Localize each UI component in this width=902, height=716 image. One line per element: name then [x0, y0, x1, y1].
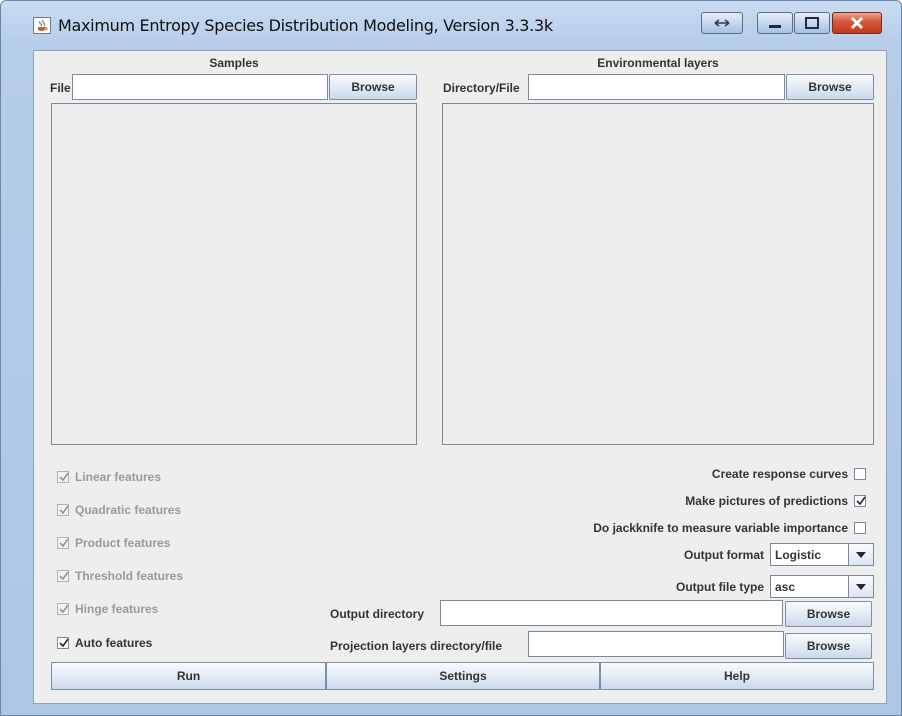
title-bar[interactable]: Maximum Entropy Species Distribution Mod…	[1, 1, 901, 41]
output-directory-input[interactable]	[440, 600, 783, 626]
make-pictures-checkbox[interactable]	[854, 495, 866, 507]
projection-layers-browse-button[interactable]: Browse	[785, 633, 872, 659]
chevron-down-icon[interactable]	[848, 576, 873, 597]
output-format-value: Logistic	[775, 548, 822, 562]
make-pictures-label: Make pictures of predictions	[685, 494, 848, 508]
projection-layers-input[interactable]	[528, 631, 784, 657]
quadratic-features-checkbox[interactable]	[57, 504, 69, 516]
env-dir-input[interactable]	[528, 74, 785, 100]
app-window: Maximum Entropy Species Distribution Mod…	[0, 0, 902, 716]
resize-icon[interactable]	[701, 12, 743, 34]
jackknife-checkbox[interactable]	[854, 522, 866, 534]
run-button[interactable]: Run	[51, 662, 326, 690]
settings-button[interactable]: Settings	[326, 662, 600, 690]
hinge-features-checkbox[interactable]	[57, 603, 69, 615]
maximize-icon[interactable]	[794, 12, 830, 34]
samples-header: Samples	[209, 56, 259, 70]
product-features-label: Product features	[75, 536, 171, 550]
java-cup-icon	[33, 17, 51, 34]
env-browse-button[interactable]: Browse	[786, 74, 874, 100]
samples-file-label: File	[50, 81, 71, 95]
output-file-type-value: asc	[775, 580, 796, 594]
create-response-curves-label: Create response curves	[711, 467, 848, 481]
threshold-features-checkbox[interactable]	[57, 570, 69, 582]
auto-features-checkbox[interactable]	[57, 637, 69, 649]
close-icon[interactable]	[832, 12, 882, 34]
linear-features-label: Linear features	[75, 470, 162, 484]
samples-list[interactable]	[51, 103, 417, 445]
auto-features-label: Auto features	[75, 636, 153, 650]
output-directory-label: Output directory	[330, 607, 425, 621]
help-button[interactable]: Help	[600, 662, 874, 690]
samples-browse-button[interactable]: Browse	[329, 74, 417, 100]
window-title: Maximum Entropy Species Distribution Mod…	[58, 16, 553, 35]
hinge-features-label: Hinge features	[75, 602, 159, 616]
output-format-label: Output format	[684, 548, 764, 562]
output-file-type-select[interactable]: asc	[770, 575, 874, 598]
env-layers-list[interactable]	[442, 103, 874, 445]
minimize-icon[interactable]	[757, 12, 793, 34]
projection-layers-label: Projection layers directory/file	[330, 639, 503, 653]
product-features-checkbox[interactable]	[57, 537, 69, 549]
output-file-type-label: Output file type	[676, 580, 764, 594]
env-layers-header: Environmental layers	[597, 56, 719, 70]
chevron-down-icon[interactable]	[848, 544, 873, 565]
create-response-curves-checkbox[interactable]	[854, 468, 866, 480]
quadratic-features-label: Quadratic features	[75, 503, 182, 517]
output-format-select[interactable]: Logistic	[770, 543, 874, 566]
samples-file-input[interactable]	[72, 74, 328, 100]
threshold-features-label: Threshold features	[75, 569, 184, 583]
env-dir-label: Directory/File	[443, 81, 520, 95]
linear-features-checkbox[interactable]	[57, 471, 69, 483]
output-directory-browse-button[interactable]: Browse	[785, 601, 872, 627]
main-panel: Samples File Browse Environmental layers…	[33, 50, 887, 704]
jackknife-label: Do jackknife to measure variable importa…	[593, 521, 848, 535]
